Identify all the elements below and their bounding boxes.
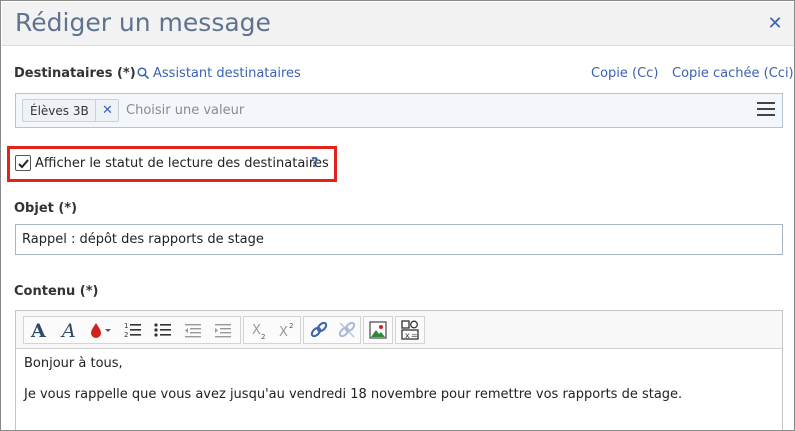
superscript-icon[interactable]: X2: [274, 318, 300, 342]
outdent-icon[interactable]: [180, 318, 206, 342]
search-icon: [137, 67, 150, 80]
image-icon[interactable]: [365, 318, 391, 342]
font-size-icon[interactable]: A: [26, 318, 52, 342]
recipient-chip: Élèves 3B ✕: [22, 99, 119, 122]
recipients-label: Destinataires (*): [14, 66, 136, 81]
content-label: Contenu (*): [14, 284, 99, 299]
checkmark-icon: [18, 159, 29, 169]
indent-icon[interactable]: [210, 318, 236, 342]
content-line-2: Je vous rappelle que vous avez jusqu'au …: [24, 387, 683, 402]
read-status-checkbox[interactable]: [15, 155, 31, 171]
bullet-list-icon[interactable]: [150, 318, 176, 342]
subject-label: Objet (*): [14, 201, 78, 216]
menu-icon[interactable]: [757, 102, 775, 118]
svg-text:=: =: [411, 331, 418, 340]
unlink-icon[interactable]: [334, 318, 360, 342]
dialog-header: Rédiger un message ✕: [2, 2, 794, 46]
recipient-chip-label: Élèves 3B: [30, 104, 89, 118]
svg-text:x: x: [405, 331, 410, 340]
toolbar-group-script: X2 X2: [243, 316, 301, 344]
svg-text:X: X: [252, 323, 261, 338]
toolbar-group-format: A A 12: [23, 316, 241, 344]
bcc-link[interactable]: Copie cachée (Cci): [672, 66, 794, 81]
help-icon[interactable]: ?: [311, 156, 319, 171]
ordered-list-icon[interactable]: 12: [120, 318, 146, 342]
svg-text:X: X: [279, 325, 288, 340]
svg-text:2: 2: [289, 322, 293, 330]
subscript-icon[interactable]: X2: [246, 318, 272, 342]
subject-input[interactable]: [15, 224, 783, 255]
svg-text:A: A: [60, 320, 76, 342]
formula-icon[interactable]: x =: [397, 318, 423, 342]
editor-toolbar: A A 12 X 2 X 2 x =: [16, 311, 782, 349]
remove-chip-icon[interactable]: ✕: [95, 100, 119, 121]
toolbar-group-image: [363, 316, 393, 344]
text-color-icon[interactable]: [86, 318, 116, 342]
editor-content[interactable]: Bonjour à tous, Je vous rappelle que vou…: [16, 350, 782, 430]
compose-message-dialog: Rédiger un message ✕ Destinataires (*) A…: [0, 0, 795, 431]
read-status-label[interactable]: Afficher le statut de lecture des destin…: [35, 156, 329, 171]
toolbar-group-formula: x =: [395, 316, 425, 344]
recipients-assistant-label: Assistant destinataires: [153, 66, 301, 81]
recipients-field[interactable]: Élèves 3B ✕: [15, 93, 783, 128]
toolbar-group-links: [303, 316, 361, 344]
link-icon[interactable]: [306, 318, 332, 342]
svg-text:A: A: [30, 320, 46, 342]
font-italic-icon[interactable]: A: [56, 318, 82, 342]
close-icon[interactable]: ✕: [766, 14, 784, 34]
recipients-input[interactable]: [126, 99, 726, 122]
svg-text:1: 1: [124, 322, 128, 330]
svg-text:2: 2: [261, 333, 265, 341]
dialog-title: Rédiger un message: [15, 8, 271, 37]
svg-text:2: 2: [124, 331, 128, 339]
content-line-1: Bonjour à tous,: [24, 356, 123, 371]
cc-link[interactable]: Copie (Cc): [591, 66, 658, 81]
rich-text-editor: A A 12 X 2 X 2 x = Bonjour à tous, Je vo…: [15, 310, 783, 430]
